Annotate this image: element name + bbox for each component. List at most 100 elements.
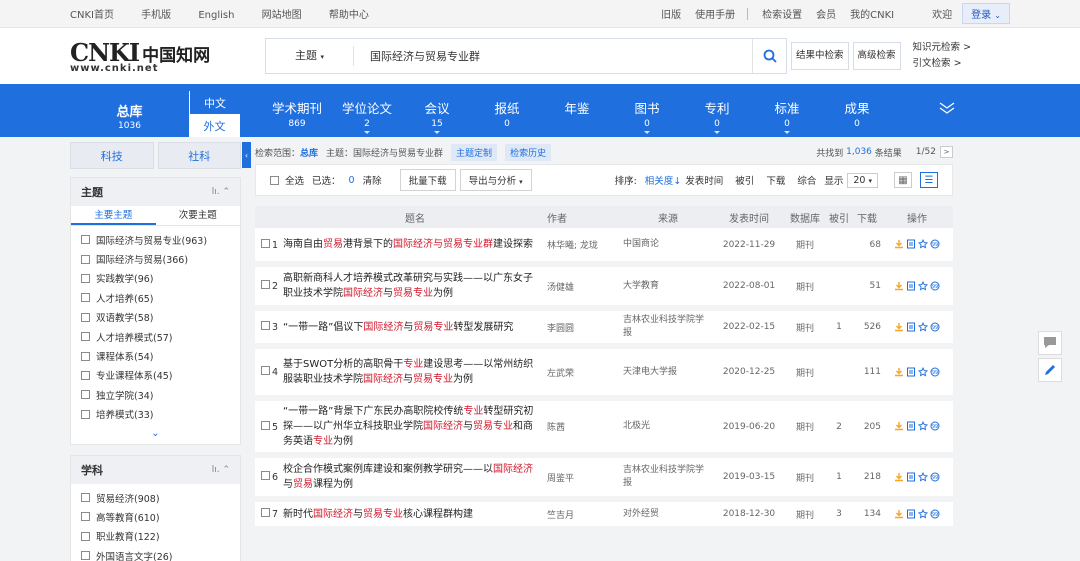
download-count[interactable]: 68 — [853, 228, 881, 267]
cnki-logo[interactable]: CNKI 中国知网 www.cnki.net — [70, 38, 265, 74]
cite-count[interactable]: 1 — [825, 308, 853, 349]
article-title-link[interactable]: 校企合作模式案例库建设和案例教学研究——以国际经济与贸易课程为例 — [283, 455, 547, 502]
advanced-search-button[interactable]: 高级检索 — [852, 42, 901, 70]
author-link[interactable]: 林华曦; 龙珑 — [547, 228, 623, 267]
favorite-star-icon[interactable] — [918, 239, 928, 249]
link-cnki-home[interactable]: CNKI首页 — [70, 10, 114, 21]
article-title-link[interactable]: 基于SWOT分析的高职骨干专业建设思考——以常州纺织服装职业技术学院国际经济与贸… — [283, 346, 547, 401]
author-link[interactable]: 左武荣 — [547, 346, 623, 401]
search-in-results-button[interactable]: 结果中检索 — [791, 42, 849, 70]
tab-chinese[interactable]: 中文 — [189, 91, 240, 114]
tab-achievements[interactable]: 成果 0 — [822, 84, 892, 137]
clear-button[interactable]: 清除 — [363, 173, 382, 187]
checkbox[interactable] — [81, 332, 90, 342]
quote-icon[interactable]: 99 — [930, 322, 940, 332]
tab-secondary-topic[interactable]: 次要主题 — [156, 206, 241, 225]
checkbox[interactable] — [81, 293, 90, 303]
select-all-checkbox[interactable] — [270, 175, 279, 185]
link-english[interactable]: English — [198, 10, 234, 21]
login-button[interactable]: 登录 ⌄ — [962, 3, 1010, 24]
tab-standards[interactable]: 标准 0 — [752, 84, 822, 137]
article-title-link[interactable]: “一带一路”背景下广东民办高职院校传统专业转型研究初探——以广州华立科技职业学院… — [283, 398, 547, 458]
author-link[interactable]: 汤健雄 — [547, 264, 623, 311]
tab-social-science[interactable]: 社科 — [157, 142, 241, 169]
author-link[interactable]: 周鉴平 — [547, 455, 623, 502]
quote-icon[interactable]: 99 — [930, 509, 940, 519]
link-manual[interactable]: 使用手册 — [695, 6, 735, 21]
source-link[interactable]: 中国商论 — [623, 228, 713, 267]
facet-item[interactable]: 外国语言文字(26) — [81, 546, 230, 561]
download-icon[interactable] — [894, 239, 904, 249]
citation-search-link[interactable]: 引文检索 > — [913, 56, 972, 72]
edit-pencil-icon[interactable] — [1038, 358, 1062, 382]
facet-item[interactable]: 人才培养模式(57) — [81, 327, 230, 346]
download-icon[interactable] — [894, 367, 904, 377]
facet-item[interactable]: 实践教学(96) — [81, 269, 230, 288]
source-link[interactable]: 吉林农业科技学院学报 — [623, 455, 713, 502]
download-icon[interactable] — [894, 472, 904, 482]
download-count[interactable]: 526 — [853, 308, 881, 349]
article-title-link[interactable]: 新时代国际经济与贸易专业核心课程群构建 — [283, 499, 547, 532]
download-count[interactable]: 111 — [853, 346, 881, 401]
chart-toggle-icon[interactable]: lı. ⌃ — [212, 187, 230, 197]
facet-item[interactable]: 培养模式(33) — [81, 405, 230, 424]
chart-toggle-icon[interactable]: lı. ⌃ — [212, 465, 230, 475]
next-page-icon[interactable]: > — [940, 146, 953, 158]
link-help[interactable]: 帮助中心 — [329, 10, 369, 21]
source-link[interactable]: 天津电大学报 — [623, 346, 713, 401]
source-link[interactable]: 大学教育 — [623, 264, 713, 311]
quote-icon[interactable]: 99 — [930, 421, 940, 431]
grid-view-icon[interactable]: ▦ — [894, 172, 912, 188]
cite-count[interactable]: 3 — [825, 499, 853, 532]
favorite-star-icon[interactable] — [918, 280, 928, 291]
col-dl[interactable]: 下载 — [853, 206, 881, 228]
sort-cited[interactable]: 被引 — [735, 173, 754, 187]
download-count[interactable]: 134 — [853, 499, 881, 532]
col-cite[interactable]: 被引 — [825, 206, 853, 228]
html-read-icon[interactable] — [906, 509, 916, 519]
download-icon[interactable] — [894, 421, 904, 431]
checkbox[interactable] — [81, 254, 90, 264]
html-read-icon[interactable] — [906, 281, 916, 291]
row-checkbox[interactable] — [261, 238, 270, 248]
download-icon[interactable] — [894, 509, 904, 519]
facet-item[interactable]: 贸易经济(908) — [81, 488, 230, 507]
tab-main-topic[interactable]: 主要主题 — [71, 206, 156, 225]
sort-date[interactable]: 发表时间 — [685, 173, 723, 187]
html-read-icon[interactable] — [906, 322, 916, 332]
sort-composite[interactable]: 综合 — [797, 173, 816, 187]
author-link[interactable]: 竺吉月 — [547, 499, 623, 532]
checkbox[interactable] — [81, 512, 90, 522]
tab-journals[interactable]: 学术期刊 869 — [262, 84, 332, 137]
expand-nav-chevron-icon[interactable] — [938, 100, 956, 119]
favorite-star-icon[interactable] — [918, 471, 928, 482]
search-field-select[interactable]: 主题 ▾ — [266, 46, 354, 66]
tab-science[interactable]: 科技 — [70, 142, 154, 169]
download-count[interactable]: 205 — [853, 398, 881, 458]
facet-item[interactable]: 人才培养(65) — [81, 288, 230, 307]
feedback-icon[interactable] — [1038, 331, 1062, 355]
row-checkbox[interactable] — [261, 280, 270, 289]
checkbox[interactable] — [81, 351, 90, 361]
topic-subscribe-button[interactable]: 主题定制 — [451, 143, 498, 161]
link-mobile[interactable]: 手机版 — [141, 10, 171, 21]
quote-icon[interactable]: 99 — [930, 367, 940, 377]
article-title-link[interactable]: “一带一路”倡议下国际经济与贸易专业转型发展研究 — [283, 308, 547, 349]
row-checkbox[interactable] — [261, 420, 270, 430]
export-analysis-button[interactable]: 导出与分析 ▾ — [459, 169, 532, 191]
facet-item[interactable]: 国际经济与贸易专业(963) — [81, 230, 230, 249]
source-link[interactable]: 对外经贸 — [623, 499, 713, 532]
page-size-select[interactable]: 20 ▾ — [847, 172, 878, 188]
download-count[interactable]: 51 — [853, 264, 881, 311]
checkbox[interactable] — [81, 273, 90, 283]
search-history-button[interactable]: 检索历史 — [505, 143, 552, 161]
html-read-icon[interactable] — [906, 367, 916, 377]
checkbox[interactable] — [81, 390, 90, 400]
link-my-cnki[interactable]: 我的CNKI — [850, 6, 894, 21]
download-count[interactable]: 218 — [853, 455, 881, 502]
checkbox[interactable] — [81, 531, 90, 541]
facet-item[interactable]: 课程体系(54) — [81, 346, 230, 365]
facet-item[interactable]: 高等教育(610) — [81, 507, 230, 526]
collapse-sidebar-chevron-icon[interactable]: ‹ — [242, 142, 251, 168]
batch-download-button[interactable]: 批量下载 — [399, 169, 456, 191]
